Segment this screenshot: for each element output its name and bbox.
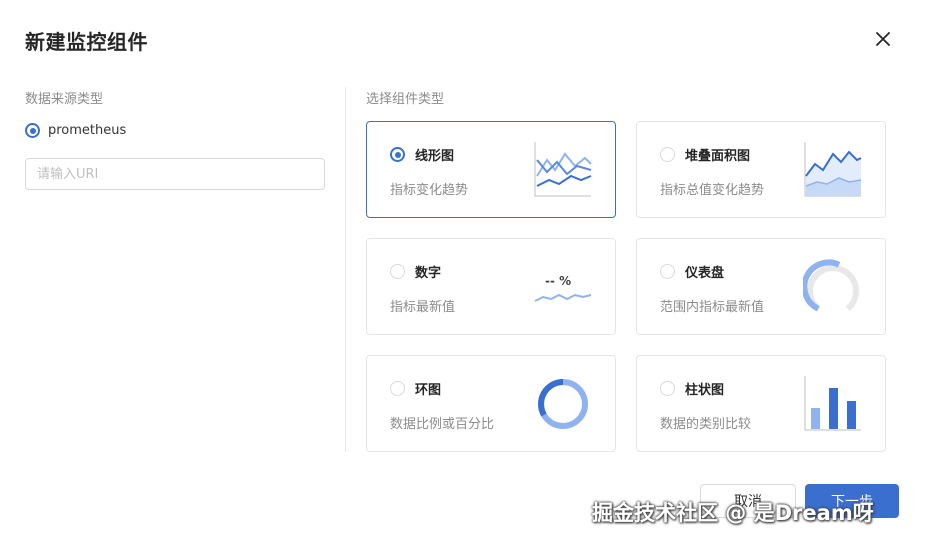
widget-name: 环图 — [415, 383, 442, 398]
close-button[interactable] — [868, 24, 898, 54]
bar-chart-icon — [804, 376, 861, 431]
next-button[interactable]: 下一步 — [805, 484, 899, 518]
gauge-icon — [803, 259, 859, 312]
widget-desc: 数据比例或百分比 — [390, 417, 495, 432]
widget-desc: 范围内指标最新值 — [660, 300, 765, 315]
stacked-area-chart-icon — [804, 142, 862, 197]
new-monitor-widget-dialog: 新建监控组件 数据来源类型 prometheus 选择组件类型 线形图 指标变化… — [0, 0, 925, 543]
widget-card-stacked-area[interactable]: 堆叠面积图 指标总值变化趋势 — [636, 121, 886, 218]
widget-card-line[interactable]: 线形图 指标变化趋势 — [366, 121, 616, 218]
widget-desc: 指标最新值 — [390, 300, 456, 315]
widget-card-donut[interactable]: 环图 数据比例或百分比 — [366, 355, 616, 452]
bar-radio[interactable] — [660, 381, 675, 396]
cancel-button[interactable]: 取消 — [700, 484, 796, 518]
widget-card-bar[interactable]: 柱状图 数据的类别比较 — [636, 355, 886, 452]
line-chart-icon — [534, 142, 592, 197]
widget-name: 堆叠面积图 — [685, 149, 751, 164]
widget-desc: 指标总值变化趋势 — [660, 183, 765, 198]
prometheus-label: prometheus — [48, 123, 127, 138]
widget-name: 仪表盘 — [685, 266, 725, 281]
number-radio[interactable] — [390, 264, 405, 279]
widget-type-label: 选择组件类型 — [366, 92, 445, 107]
widget-name: 数字 — [415, 266, 442, 281]
uri-input[interactable] — [25, 158, 325, 190]
widget-name: 线形图 — [415, 149, 455, 164]
widget-name: 柱状图 — [685, 383, 725, 398]
section-divider — [345, 87, 346, 452]
widget-desc: 数据的类别比较 — [660, 417, 752, 432]
donut-chart-icon — [538, 379, 588, 429]
source-option-prometheus[interactable]: prometheus — [25, 123, 126, 138]
dialog-title: 新建监控组件 — [25, 30, 148, 54]
widget-desc: 指标变化趋势 — [390, 183, 469, 198]
number-stat-text: -- % — [545, 274, 571, 288]
prometheus-radio[interactable] — [25, 123, 40, 138]
close-icon — [876, 32, 890, 46]
gauge-radio[interactable] — [660, 264, 675, 279]
line-radio[interactable] — [390, 147, 405, 162]
stacked-area-radio[interactable] — [660, 147, 675, 162]
data-source-label: 数据来源类型 — [25, 92, 104, 107]
widget-card-gauge[interactable]: 仪表盘 范围内指标最新值 — [636, 238, 886, 335]
number-stat-icon: -- % — [534, 274, 592, 302]
widget-card-number[interactable]: 数字 指标最新值 -- % — [366, 238, 616, 335]
donut-radio[interactable] — [390, 381, 405, 396]
